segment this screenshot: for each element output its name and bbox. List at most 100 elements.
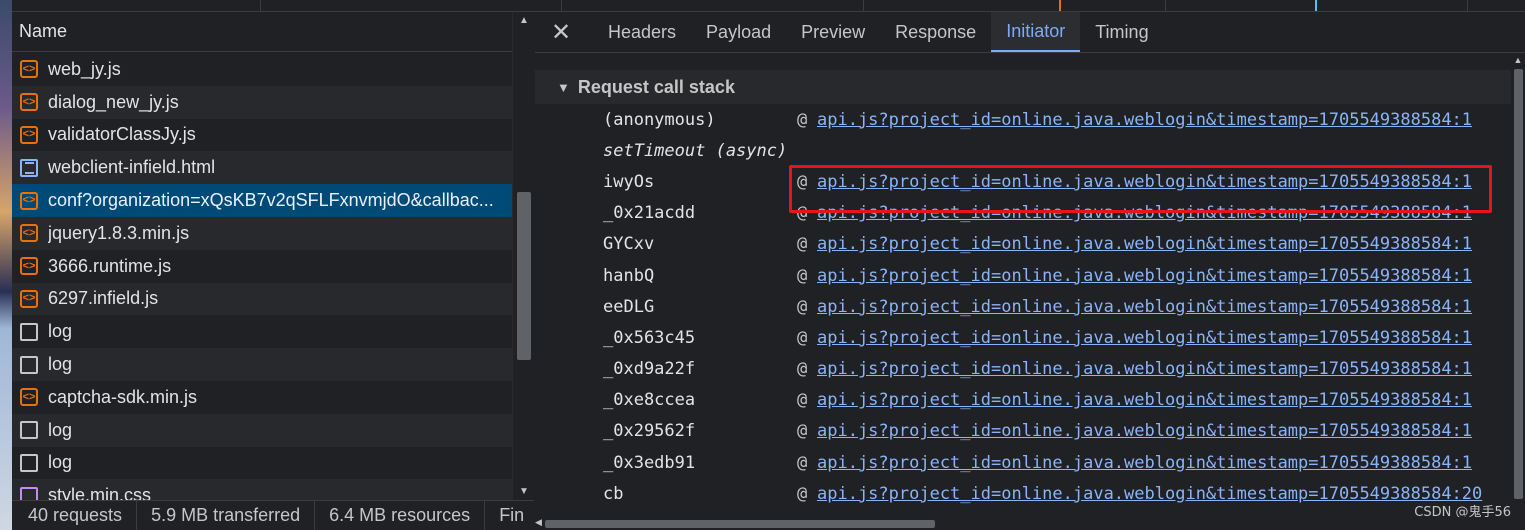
document-icon — [20, 158, 38, 177]
request-row[interactable]: <> 6297.infield.js — [12, 282, 512, 316]
call-stack-frame: setTimeout (async) — [535, 135, 1511, 166]
scrollbar-thumb[interactable] — [1514, 69, 1523, 499]
frame-at-symbol: @ — [797, 109, 808, 130]
request-row[interactable]: webclient-infield.html — [12, 151, 512, 185]
frame-function-name: hanbQ — [603, 265, 655, 286]
request-name: log — [48, 419, 73, 440]
blank-file-icon — [20, 322, 38, 341]
request-row[interactable]: log — [12, 348, 512, 381]
request-name: conf?organization=xQsKB7v2qSFLFxnvmjdO&c… — [48, 190, 494, 211]
request-row[interactable]: <> validatorClassJy.js — [12, 119, 512, 152]
frame-at-symbol: @ — [797, 390, 808, 411]
detail-vertical-scrollbar[interactable]: ▲ — [1511, 55, 1525, 517]
call-stack-frame: _0x3edb91 @ api.js?project_id=online.java.… — [535, 447, 1511, 478]
frame-source-link[interactable]: api.js?project_id=online.java.weblogin&t… — [817, 453, 1472, 473]
frame-function-name: _0x3edb91 — [603, 452, 696, 473]
blank-file-icon — [20, 355, 38, 374]
request-row[interactable]: <> web_jy.js — [12, 53, 512, 86]
highlight-annotation-box — [789, 165, 1492, 213]
call-stack-frame: eeDLG @ api.js?project_id=online.java.webl… — [535, 291, 1511, 322]
request-name: log — [48, 354, 73, 375]
tab-headers[interactable]: Headers — [593, 12, 691, 52]
frame-source-link[interactable]: api.js?project_id=online.java.weblogin&t… — [817, 110, 1472, 130]
frame-function-name: _0xe8ccea — [603, 390, 696, 411]
scroll-up-icon[interactable]: ▲ — [513, 15, 535, 26]
frame-function-name: _0x29562f — [603, 421, 696, 442]
name-column-header[interactable]: Name — [12, 12, 533, 52]
name-column-label: Name — [19, 21, 68, 41]
call-stack-title: Request call stack — [577, 76, 735, 97]
request-row[interactable]: log — [12, 447, 512, 480]
frame-at-symbol: @ — [797, 359, 808, 380]
finish-time: Fin — [499, 505, 525, 525]
script-file-icon: <> — [20, 125, 38, 144]
frame-at-symbol: @ — [797, 327, 808, 348]
scrollbar-thumb[interactable] — [517, 192, 531, 360]
request-name: webclient-infield.html — [48, 157, 216, 178]
frame-function-name: _0x563c45 — [603, 327, 696, 348]
request-count: 40 requests — [12, 501, 138, 530]
call-stack-frame: (anonymous) @ api.js?project_id=online.jav… — [535, 104, 1511, 135]
script-file-icon: <> — [20, 93, 38, 112]
frame-source-link[interactable]: api.js?project_id=online.java.weblogin&t… — [817, 484, 1482, 504]
frame-source-link[interactable]: api.js?project_id=online.java.weblogin&t… — [817, 266, 1472, 286]
scrollbar-thumb[interactable] — [545, 520, 935, 528]
network-status-bar: 40 requests 5.9 MB transferred 6.4 MB re… — [12, 500, 534, 530]
request-name: dialog_new_jy.js — [48, 91, 179, 112]
frame-function-name: iwyOs — [603, 171, 655, 192]
request-name: 3666.runtime.js — [48, 255, 172, 276]
tab-timing[interactable]: Timing — [1080, 12, 1163, 52]
frame-function-name: eeDLG — [603, 296, 655, 317]
request-list-scrollbar[interactable]: ▲ ▼ — [512, 12, 534, 500]
close-icon[interactable]: ✕ — [547, 12, 575, 52]
frame-source-link[interactable]: api.js?project_id=online.java.weblogin&t… — [817, 328, 1472, 348]
request-row[interactable]: <> dialog_new_jy.js — [12, 85, 512, 119]
request-row[interactable]: <> captcha-sdk.min.js — [12, 381, 512, 414]
call-stack-frame: _0x29562f @ api.js?project_id=online.java.… — [535, 416, 1511, 447]
blank-file-icon — [20, 421, 38, 440]
desktop-background-strip — [0, 0, 12, 530]
request-row[interactable]: log — [12, 315, 512, 348]
call-stack-frame: _0xd9a22f @ api.js?project_id=online.java.… — [535, 354, 1511, 385]
frame-function-name: _0xd9a22f — [603, 359, 696, 380]
call-stack-frame: GYCxv @ api.js?project_id=online.java.webl… — [535, 229, 1511, 260]
frame-source-link[interactable]: api.js?project_id=online.java.weblogin&t… — [817, 297, 1472, 317]
tab-response[interactable]: Response — [880, 12, 991, 52]
triangle-down-icon[interactable]: ▼ — [557, 80, 570, 95]
request-row[interactable]: <> conf?organization=xQsKB7v2qSFLFxnvmjdO… — [12, 184, 512, 217]
scroll-down-icon[interactable]: ▼ — [513, 486, 535, 497]
request-name: 6297.infield.js — [48, 288, 159, 309]
frame-source-link[interactable]: api.js?project_id=online.java.weblogin&t… — [817, 359, 1472, 379]
frame-source-link[interactable]: api.js?project_id=online.java.weblogin&t… — [817, 421, 1472, 441]
tab-preview[interactable]: Preview — [786, 12, 880, 52]
request-name: web_jy.js — [48, 58, 121, 79]
frame-function-name: cb — [603, 483, 624, 504]
detail-horizontal-scrollbar[interactable]: ◀ — [535, 517, 1510, 530]
request-call-stack-header[interactable]: ▼ Request call stack — [535, 70, 1511, 104]
frame-function-name: _0x21acdd — [603, 203, 696, 224]
scroll-left-icon[interactable]: ◀ — [535, 517, 542, 528]
request-detail-panel: ✕ Headers Payload Preview Response Initiator… — [535, 12, 1525, 530]
frame-function-name: GYCxv — [603, 234, 655, 255]
frame-at-symbol: @ — [797, 234, 808, 255]
resources-size: 6.4 MB resources — [315, 501, 486, 530]
call-stack-frame: hanbQ @ api.js?project_id=online.java.webl… — [535, 260, 1511, 291]
request-list-panel: Name <> web_jy.js <> dialog_new_jy.js <> vali… — [12, 12, 534, 513]
tab-payload[interactable]: Payload — [691, 12, 786, 52]
script-file-icon: <> — [20, 191, 38, 210]
tab-initiator[interactable]: Initiator — [991, 12, 1081, 52]
frame-source-link[interactable]: api.js?project_id=online.java.weblogin&t… — [817, 234, 1472, 254]
request-name: log — [48, 452, 73, 473]
request-row[interactable]: <> 3666.runtime.js — [12, 250, 512, 283]
scroll-up-icon[interactable]: ▲ — [1511, 55, 1525, 65]
request-row[interactable]: <> jquery1.8.3.min.js — [12, 216, 512, 250]
frame-source-link[interactable]: api.js?project_id=online.java.weblogin&t… — [817, 390, 1472, 410]
timeline-overview[interactable] — [12, 0, 1525, 12]
call-stack-frame: _0x563c45 @ api.js?project_id=online.java.… — [535, 322, 1511, 353]
request-name: log — [48, 321, 73, 342]
request-row[interactable]: log — [12, 413, 512, 447]
call-stack-frame: _0xe8ccea @ api.js?project_id=online.java.… — [535, 385, 1511, 416]
request-name: captcha-sdk.min.js — [48, 386, 198, 407]
script-file-icon: <> — [20, 289, 38, 308]
script-file-icon: <> — [20, 257, 38, 276]
